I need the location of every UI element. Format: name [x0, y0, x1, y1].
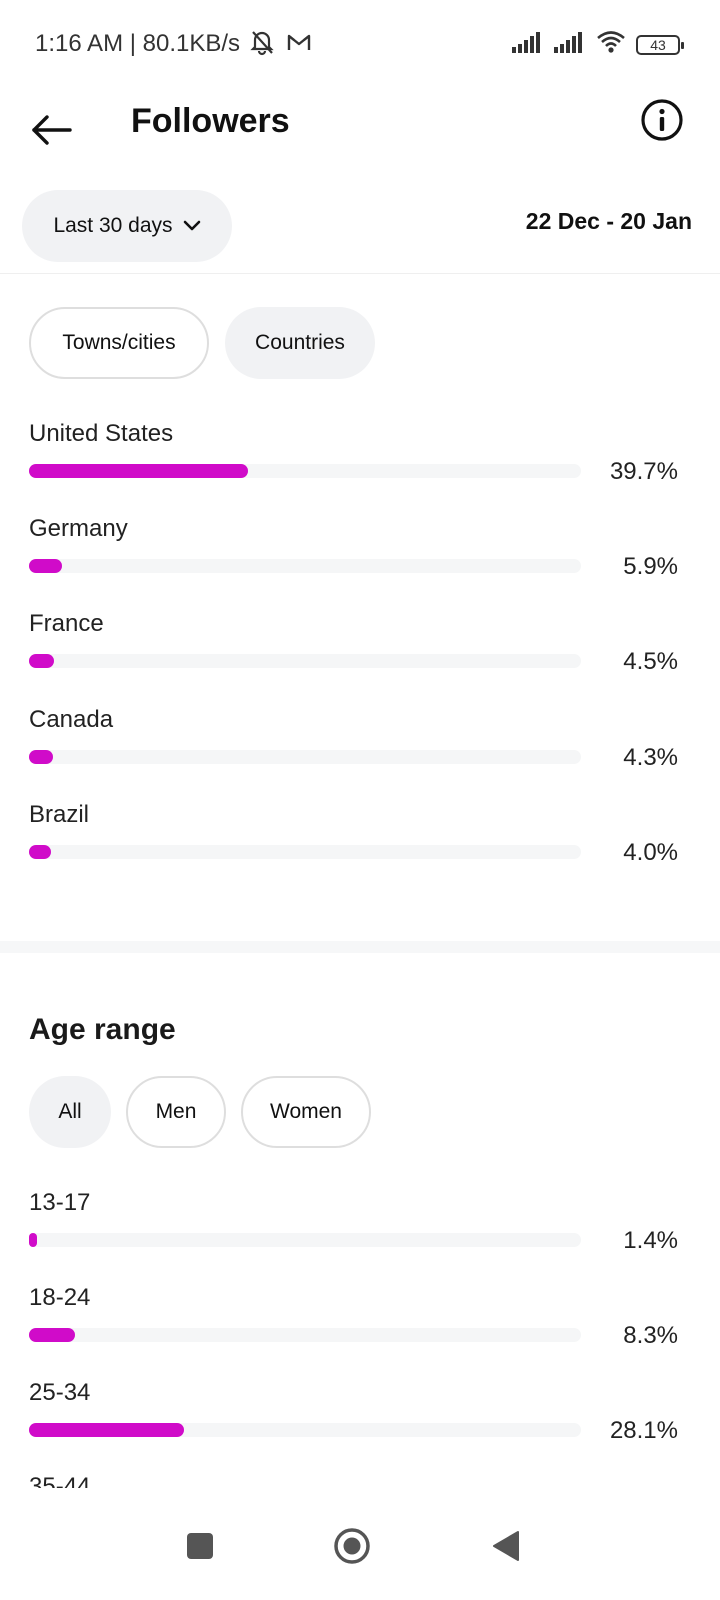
- date-filter-row: Last 30 days 22 Dec - 20 Jan: [0, 184, 720, 274]
- bar-value: 4.3%: [623, 744, 678, 771]
- info-button[interactable]: [638, 96, 686, 144]
- bar-value: 39.7%: [609, 458, 678, 485]
- bar-track: [29, 464, 581, 478]
- bar-value: 1.4%: [623, 1227, 678, 1254]
- country-row-united-states: United States 39.7%: [29, 420, 689, 500]
- bar-track: [29, 1328, 581, 1342]
- chevron-down-icon: [183, 220, 200, 231]
- insights-content[interactable]: Towns/cities Countries United States 39.…: [0, 275, 720, 1515]
- back-button[interactable]: [28, 106, 76, 154]
- home-circle-icon: [334, 1528, 370, 1564]
- tab-towns-cities[interactable]: Towns/cities: [29, 307, 209, 379]
- bar-fill: [29, 845, 51, 859]
- bar-value: 4.5%: [623, 648, 678, 675]
- age-row-18-24: 18-24 8.3%: [29, 1284, 689, 1364]
- home-button[interactable]: [330, 1524, 374, 1568]
- bar-fill: [29, 1328, 75, 1342]
- bar-track: [29, 1233, 581, 1247]
- tab-label: Women: [270, 1100, 342, 1123]
- bar-fill: [29, 464, 248, 478]
- bar-track: [29, 559, 581, 573]
- square-icon: [187, 1533, 213, 1559]
- tab-countries[interactable]: Countries: [225, 307, 375, 379]
- country-row-canada: Canada 4.3%: [29, 706, 689, 786]
- status-bar: 1:16 AM | 80.1KB/s 43: [0, 0, 720, 88]
- bar-label: Canada: [29, 706, 114, 733]
- bar-value: 8.3%: [623, 1322, 678, 1349]
- status-system-icons: 43: [512, 30, 684, 59]
- bar-value: 5.9%: [623, 553, 678, 580]
- system-nav-bar: [0, 1488, 720, 1600]
- bar-track: [29, 845, 581, 859]
- bar-label: Brazil: [29, 801, 90, 828]
- tab-label: Men: [155, 1100, 197, 1123]
- page-title: Followers: [131, 102, 290, 140]
- battery-icon: 43: [636, 34, 684, 55]
- status-notification-icons: [248, 28, 312, 61]
- triangle-back-icon: [493, 1531, 519, 1561]
- bar-track: [29, 654, 581, 668]
- bar-label: 18-24: [29, 1284, 91, 1311]
- section-divider: [0, 941, 720, 953]
- age-row-25-34: 25-34 28.1%: [29, 1379, 689, 1459]
- bar-track: [29, 1423, 581, 1437]
- age-row-13-17: 13-17 1.4%: [29, 1189, 689, 1269]
- bar-label: United States: [29, 420, 174, 447]
- tab-label: Countries: [255, 331, 345, 354]
- status-time: 1:16 AM | 80.1KB/s: [35, 30, 241, 57]
- bar-label: France: [29, 610, 104, 637]
- followers-page: 1:16 AM | 80.1KB/s 43 Followers Last 30 …: [0, 0, 720, 1600]
- bar-fill: [29, 1423, 184, 1437]
- country-row-germany: Germany 5.9%: [29, 515, 689, 595]
- bar-track: [29, 750, 581, 764]
- bar-label: Germany: [29, 515, 128, 542]
- bar-fill: [29, 559, 62, 573]
- country-row-france: France 4.5%: [29, 610, 689, 690]
- age-range-title: Age range: [29, 1013, 176, 1046]
- gmail-icon: [286, 31, 312, 58]
- bar-fill: [29, 654, 54, 668]
- info-icon: [641, 99, 683, 141]
- tab-label: All: [58, 1100, 82, 1123]
- back-nav-button[interactable]: [484, 1524, 528, 1568]
- mute-bell-icon: [248, 28, 276, 61]
- tab-all[interactable]: All: [29, 1076, 111, 1148]
- bar-value: 4.0%: [623, 839, 678, 866]
- date-range-text: 22 Dec - 20 Jan: [525, 208, 692, 234]
- tab-women[interactable]: Women: [241, 1076, 371, 1148]
- date-range-dropdown[interactable]: Last 30 days: [22, 190, 232, 262]
- bar-fill: [29, 750, 53, 764]
- signal-icon: [512, 31, 544, 58]
- country-row-brazil: Brazil 4.0%: [29, 801, 689, 881]
- tab-men[interactable]: Men: [126, 1076, 226, 1148]
- tab-label: Towns/cities: [62, 331, 176, 354]
- signal-icon-2: [554, 31, 586, 58]
- arrow-left-icon: [32, 115, 72, 145]
- bar-label: 25-34: [29, 1379, 91, 1406]
- bar-fill: [29, 1233, 37, 1247]
- bar-value: 28.1%: [609, 1417, 678, 1444]
- bar-label: 13-17: [29, 1189, 91, 1216]
- recents-button[interactable]: [178, 1524, 222, 1568]
- date-range-label: Last 30 days: [53, 214, 173, 237]
- wifi-icon: [596, 30, 626, 59]
- app-header: Followers: [0, 88, 720, 174]
